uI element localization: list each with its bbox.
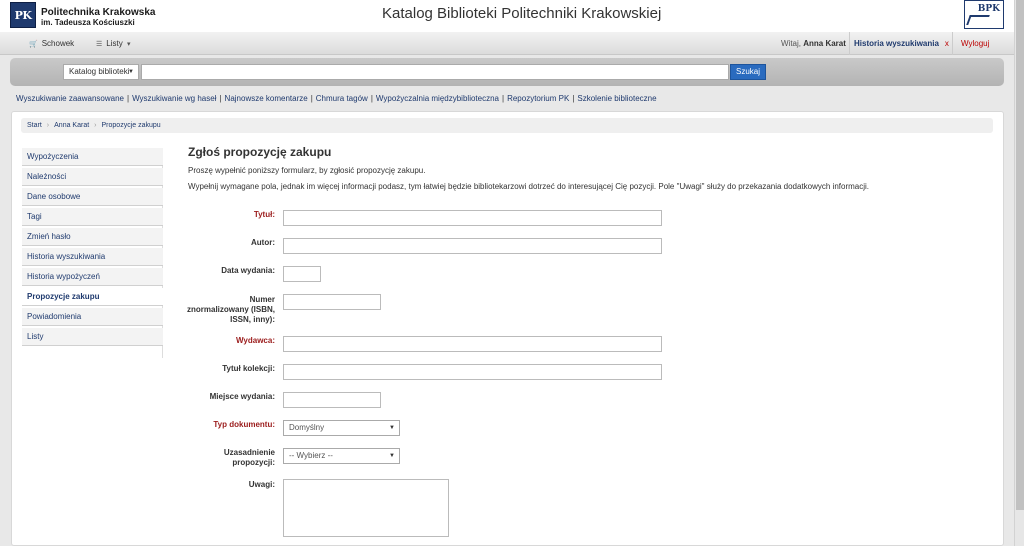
site-title: Katalog Biblioteki Politechniki Krakowsk…: [382, 5, 662, 22]
breadcrumb-start[interactable]: Start: [27, 122, 42, 129]
breadcrumb-current: Propozycje zakupu: [101, 122, 161, 129]
list-icon: ☰: [96, 41, 103, 48]
link-library-training[interactable]: Szkolenie biblioteczne: [577, 94, 656, 103]
link-interlibrary-loan[interactable]: Wypożyczalnia międzybiblioteczna: [376, 94, 499, 103]
link-repository[interactable]: Repozytorium PK: [507, 94, 569, 103]
document-type-select[interactable]: Domyślny ▼: [283, 420, 400, 436]
author-field[interactable]: [283, 238, 662, 254]
user-name[interactable]: Anna Karat: [803, 39, 846, 48]
account-sidebar: Wypożyczenia Należności Dane osobowe Tag…: [22, 148, 163, 358]
title-label: Tytuł:: [253, 210, 275, 219]
form-intro: Proszę wypełnić poniższy formularz, by z…: [188, 166, 426, 175]
breadcrumb: Start › Anna Karat › Propozycje zakupu: [21, 118, 993, 133]
search-bar: Katalog biblioteki ▼ Szukaj: [10, 58, 1004, 86]
justification-label: Uzasadnienie propozycji:: [223, 448, 275, 467]
library-logo-icon[interactable]: BPK: [964, 0, 1004, 29]
isbn-label: Numer znormalizowany (ISBN, ISSN, inny):: [187, 295, 276, 324]
place-of-publication-field[interactable]: [283, 392, 381, 408]
sidebar-item-notifications[interactable]: Powiadomienia: [22, 308, 163, 326]
university-name[interactable]: Politechnika Krakowska im. Tadeusza Kośc…: [41, 8, 156, 28]
page-title: Zgłoś propozycję zakupu: [188, 145, 332, 159]
close-history-icon[interactable]: x: [945, 39, 949, 48]
sidebar-item-profile[interactable]: Dane osobowe: [22, 188, 163, 206]
search-button[interactable]: Szukaj: [730, 64, 766, 80]
sidebar-item-fines[interactable]: Należności: [22, 168, 163, 186]
justification-select[interactable]: -- Wybierz -- ▼: [283, 448, 400, 464]
notes-textarea[interactable]: [283, 479, 449, 537]
welcome-text: Witaj, Anna Karat: [781, 39, 846, 48]
document-type-label: Typ dokumentu:: [213, 420, 275, 429]
notes-label: Uwagi:: [248, 480, 275, 489]
chevron-down-icon: ▼: [389, 453, 395, 459]
link-tag-cloud[interactable]: Chmura tagów: [316, 94, 368, 103]
link-latest-comments[interactable]: Najnowsze komentarze: [225, 94, 308, 103]
sidebar-item-loan-history[interactable]: Historia wypożyczeń: [22, 268, 163, 286]
search-scope-select[interactable]: Katalog biblioteki ▼: [63, 64, 139, 80]
publication-date-field[interactable]: [283, 266, 321, 282]
publisher-field[interactable]: [283, 336, 662, 352]
sidebar-item-loans[interactable]: Wypożyczenia: [22, 148, 163, 166]
university-name-line2: im. Tadeusza Kościuszki: [41, 18, 135, 27]
series-title-label: Tytuł kolekcji:: [222, 364, 275, 373]
link-browse-headings[interactable]: Wyszukiwanie wg haseł: [132, 94, 216, 103]
breadcrumb-user[interactable]: Anna Karat: [54, 122, 89, 129]
university-logo-icon[interactable]: PK: [10, 2, 36, 28]
page-scrollbar[interactable]: [1014, 0, 1024, 546]
cart-icon: 🛒: [29, 41, 38, 48]
series-title-field[interactable]: [283, 364, 662, 380]
sidebar-item-search-history[interactable]: Historia wyszukiwania: [22, 248, 163, 266]
cart-link[interactable]: 🛒 Schowek: [29, 32, 74, 55]
lists-dropdown[interactable]: ☰ Listy ▾: [96, 32, 134, 55]
page-header: PK Politechnika Krakowska im. Tadeusza K…: [0, 0, 1014, 32]
publication-date-label: Data wydania:: [221, 266, 275, 275]
title-field[interactable]: [283, 210, 662, 226]
sidebar-item-lists[interactable]: Listy: [22, 328, 163, 346]
link-advanced-search[interactable]: Wyszukiwanie zaawansowane: [16, 94, 124, 103]
author-label: Autor:: [251, 238, 275, 247]
search-history-link[interactable]: Historia wyszukiwania x: [849, 32, 953, 55]
quick-links: Wyszukiwanie zaawansowane | Wyszukiwanie w…: [16, 94, 657, 103]
scrollbar-thumb[interactable]: [1016, 0, 1024, 510]
isbn-field[interactable]: [283, 294, 381, 310]
form-instructions: Wypełnij wymagane pola, jednak im więcej…: [188, 182, 870, 191]
university-name-line1: Politechnika Krakowska: [41, 7, 156, 18]
logout-link[interactable]: Wyloguj: [961, 32, 989, 55]
chevron-down-icon: ▼: [128, 69, 134, 75]
top-navbar: 🛒 Schowek ☰ Listy ▾ Witaj, Anna Karat Hist…: [0, 32, 1014, 55]
caret-down-icon: ▾: [126, 41, 131, 48]
sidebar-item-change-password[interactable]: Zmień hasło: [22, 228, 163, 246]
chevron-down-icon: ▼: [389, 425, 395, 431]
place-of-publication-label: Miejsce wydania:: [209, 392, 275, 401]
search-input[interactable]: [141, 64, 729, 80]
sidebar-item-purchase-suggestions[interactable]: Propozycje zakupu: [22, 288, 163, 306]
publisher-label: Wydawca:: [236, 336, 275, 345]
sidebar-item-tags[interactable]: Tagi: [22, 208, 163, 226]
